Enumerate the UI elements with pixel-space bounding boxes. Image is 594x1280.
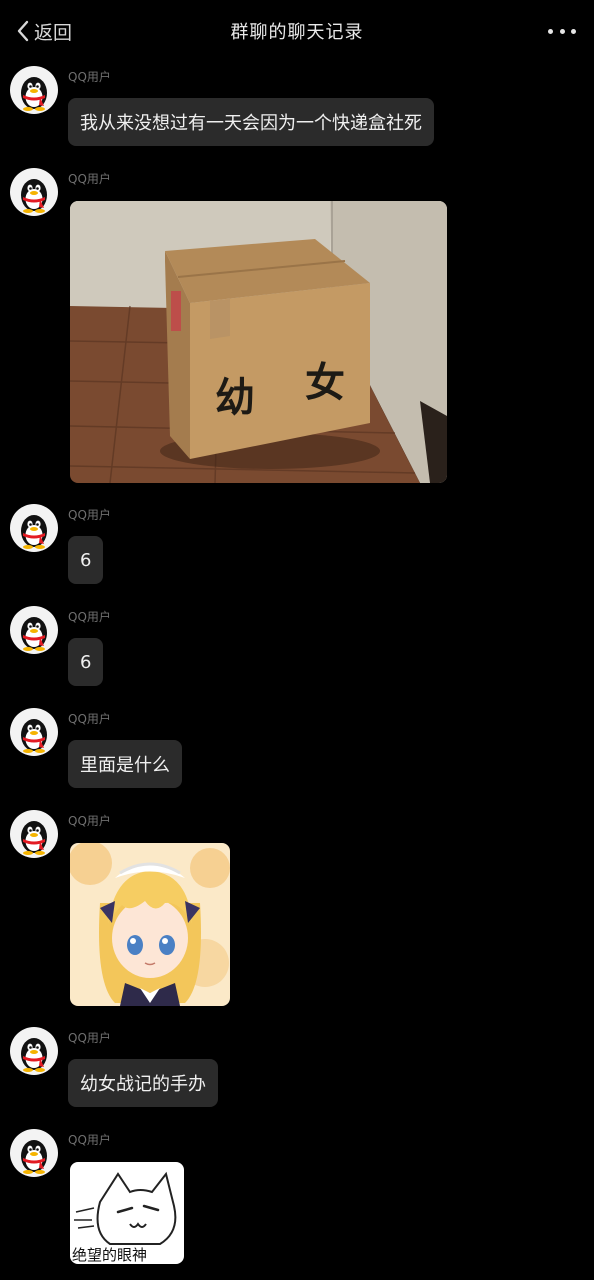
qq-penguin-icon — [21, 821, 47, 855]
qq-penguin-icon — [21, 515, 47, 549]
sender-name: QQ用户 — [68, 70, 111, 84]
sender-name: QQ用户 — [68, 712, 111, 726]
message-bubble[interactable]: 里面是什么 — [68, 740, 182, 788]
qq-penguin-icon — [21, 617, 47, 651]
sender-name: QQ用户 — [68, 1133, 111, 1147]
box-photo[interactable]: 幼 女 — [70, 201, 447, 483]
message-bubble[interactable]: 我从来没想过有一天会因为一个快递盒社死 — [68, 98, 434, 146]
sticker-caption: 绝望的眼神 — [72, 1246, 147, 1264]
page-title: 群聊的聊天记录 — [230, 22, 364, 43]
cat-sticker[interactable]: 绝望的眼神 — [70, 1162, 184, 1264]
qq-penguin-icon — [21, 719, 47, 753]
avatar[interactable] — [10, 606, 58, 654]
qq-penguin-icon — [21, 77, 47, 111]
avatar[interactable] — [10, 1027, 58, 1075]
anime-image[interactable] — [70, 843, 230, 1006]
message-bubble[interactable]: 6 — [68, 638, 104, 686]
avatar[interactable] — [10, 168, 58, 216]
box-label: 女 — [305, 360, 345, 406]
avatar[interactable] — [10, 810, 58, 858]
qq-penguin-icon — [21, 179, 47, 213]
avatar[interactable] — [10, 708, 58, 756]
sender-name: QQ用户 — [68, 814, 111, 828]
avatar[interactable] — [10, 66, 58, 114]
avatar[interactable] — [10, 1129, 58, 1177]
top-bar: 返回 群聊的聊天记录 — [0, 0, 594, 62]
more-options-icon[interactable] — [548, 20, 576, 42]
avatar[interactable] — [10, 504, 58, 552]
sender-name: QQ用户 — [68, 508, 111, 522]
qq-penguin-icon — [21, 1140, 47, 1174]
sender-name: QQ用户 — [68, 172, 111, 186]
qq-penguin-icon — [21, 1038, 47, 1072]
message-bubble[interactable]: 6 — [68, 536, 104, 584]
message-bubble[interactable]: 幼女战记的手办 — [68, 1059, 218, 1107]
box-label: 幼 — [215, 375, 255, 421]
sender-name: QQ用户 — [68, 610, 111, 624]
sender-name: QQ用户 — [68, 1031, 111, 1045]
